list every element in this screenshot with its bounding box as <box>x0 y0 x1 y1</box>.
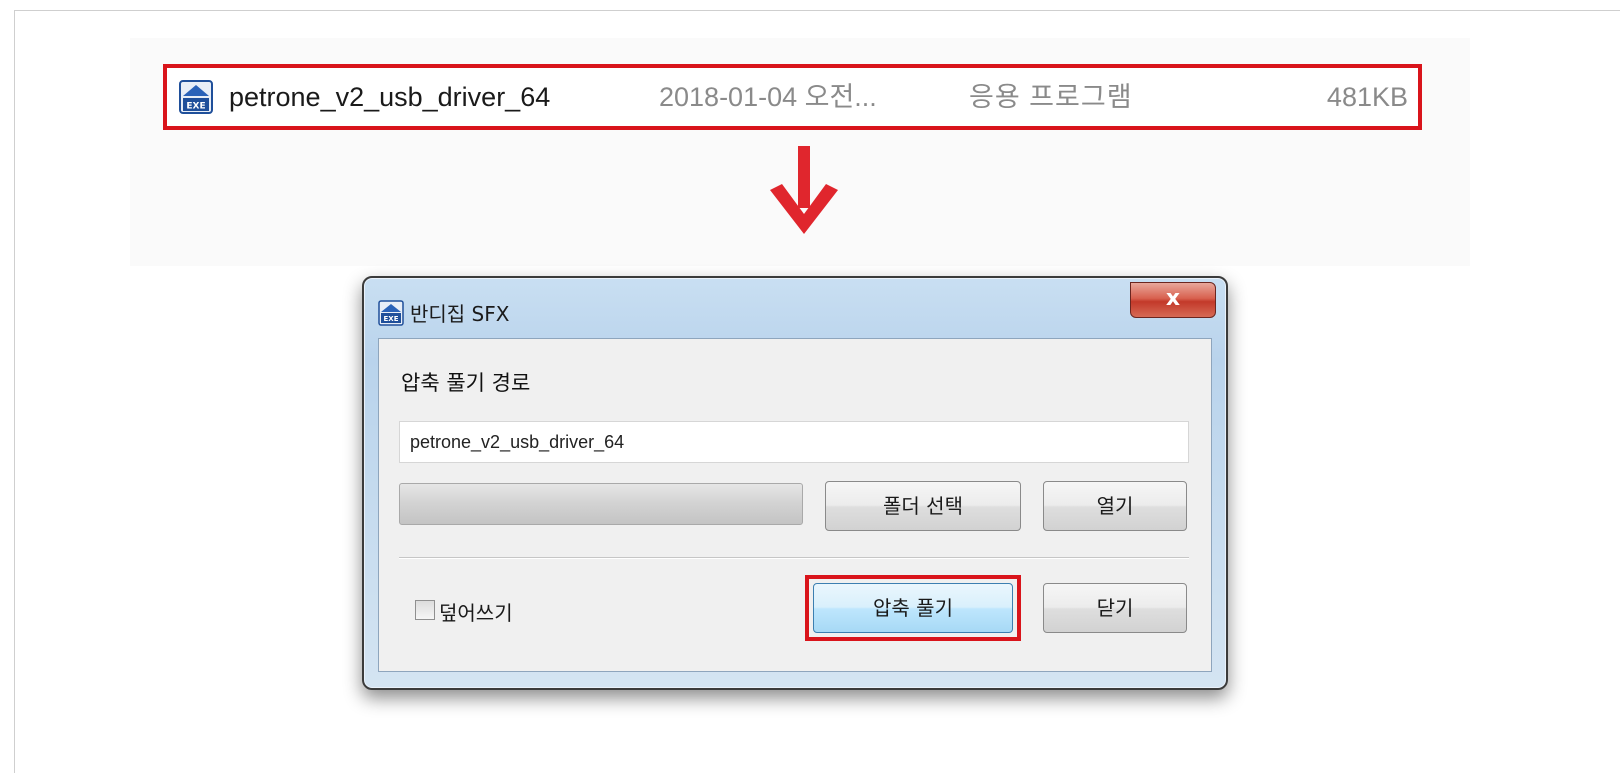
overwrite-checkbox[interactable] <box>415 600 435 620</box>
select-folder-button[interactable]: 폴더 선택 <box>825 481 1021 531</box>
extract-button[interactable]: 압축 풀기 <box>813 583 1013 633</box>
extract-progress-bar <box>399 483 803 525</box>
file-date: 2018-01-04 오전... <box>659 82 877 112</box>
dialog-body: 압축 풀기 경로 폴더 선택 열기 덮어쓰기 압축 풀기 닫기 <box>378 338 1212 672</box>
extract-path-label: 압축 풀기 경로 <box>401 371 531 395</box>
sfx-dialog: EXE 반디집 SFX x 압축 풀기 경로 폴더 선택 열기 덮어쓰기 압축 … <box>362 276 1228 690</box>
divider <box>399 557 1189 559</box>
svg-text:EXE: EXE <box>186 102 205 112</box>
close-icon: x <box>1165 286 1181 311</box>
dialog-titlebar[interactable]: EXE 반디집 SFX x <box>364 278 1226 336</box>
file-size: 481KB <box>1326 82 1408 112</box>
close-button[interactable]: 닫기 <box>1043 583 1187 633</box>
file-list-row[interactable]: EXE petrone_v2_usb_driver_64 2018-01-04 … <box>163 64 1422 130</box>
file-name: petrone_v2_usb_driver_64 <box>229 82 551 112</box>
open-button[interactable]: 열기 <box>1043 481 1187 531</box>
close-window-button[interactable]: x <box>1130 282 1216 318</box>
extract-path-input[interactable] <box>399 421 1189 463</box>
svg-text:EXE: EXE <box>384 315 399 323</box>
overwrite-label: 덮어쓰기 <box>439 601 513 625</box>
exe-file-icon: EXE <box>179 80 213 114</box>
file-type: 응용 프로그램 <box>969 82 1133 112</box>
down-arrow-icon <box>770 146 838 234</box>
app-icon: EXE <box>378 300 404 326</box>
dialog-title: 반디집 SFX <box>410 302 510 326</box>
